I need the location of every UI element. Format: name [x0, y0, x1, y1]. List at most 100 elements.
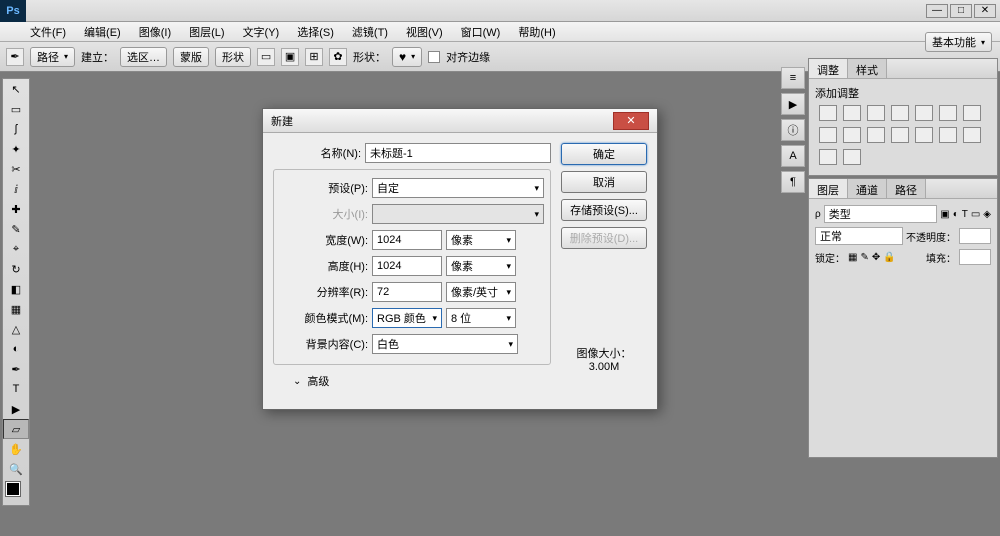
opacity-input[interactable]	[959, 228, 991, 244]
adj-bw-icon[interactable]	[819, 127, 837, 143]
zoom-tool[interactable]: 🔍	[3, 459, 29, 479]
path-op-icon-3[interactable]: ⊞	[305, 48, 323, 66]
gradient-tool[interactable]: ▦	[3, 299, 29, 319]
adj-levels-icon[interactable]	[843, 105, 861, 121]
make-shape-button[interactable]: 形状	[215, 47, 251, 67]
shape-picker[interactable]: ♥	[392, 47, 422, 67]
move-tool[interactable]: ↖	[3, 79, 29, 99]
adj-photo-icon[interactable]	[843, 127, 861, 143]
adj-gradient-icon[interactable]	[819, 149, 837, 165]
path-select-tool[interactable]: ▶	[3, 399, 29, 419]
filter-icon-5[interactable]: ◈	[983, 209, 991, 220]
fill-input[interactable]	[959, 249, 991, 265]
menu-help[interactable]: 帮助(H)	[514, 22, 559, 42]
menu-edit[interactable]: 编辑(E)	[80, 22, 125, 42]
info-icon[interactable]: ⓘ	[781, 119, 805, 141]
gear-icon[interactable]: ✿	[329, 48, 347, 66]
menu-filter[interactable]: 滤镜(T)	[348, 22, 392, 42]
path-op-icon-1[interactable]: ▭	[257, 48, 275, 66]
filter-icon-2[interactable]: ◐	[953, 209, 959, 220]
history-brush-tool[interactable]: ↻	[3, 259, 29, 279]
lasso-tool[interactable]: ʃ	[3, 119, 29, 139]
advanced-toggle[interactable]: ⌄ 高级	[273, 373, 551, 389]
menu-select[interactable]: 选择(S)	[293, 22, 338, 42]
mode-dropdown[interactable]: 路径	[30, 47, 75, 67]
resolution-unit-dropdown[interactable]: 像素/英寸	[446, 282, 516, 302]
make-mask-button[interactable]: 蒙版	[173, 47, 209, 67]
lock-pos-icon[interactable]: ✥	[872, 252, 880, 263]
path-op-icon-2[interactable]: ▣	[281, 48, 299, 66]
marquee-tool[interactable]: ▭	[3, 99, 29, 119]
menu-type[interactable]: 文字(Y)	[239, 22, 284, 42]
adj-selective-icon[interactable]	[843, 149, 861, 165]
tab-styles[interactable]: 样式	[848, 59, 887, 78]
bit-depth-dropdown[interactable]: 8 位	[446, 308, 516, 328]
bg-content-dropdown[interactable]: 白色	[372, 334, 518, 354]
hand-tool[interactable]: ✋	[3, 439, 29, 459]
pen-tool[interactable]: ✒	[3, 359, 29, 379]
resolution-input[interactable]	[372, 282, 442, 302]
adj-poster-icon[interactable]	[939, 127, 957, 143]
adj-hue-icon[interactable]	[939, 105, 957, 121]
tab-paths[interactable]: 路径	[887, 179, 926, 198]
adj-brightness-icon[interactable]	[819, 105, 837, 121]
shape-tool[interactable]: ▱	[3, 419, 29, 439]
lock-trans-icon[interactable]: ▦	[848, 252, 857, 263]
menu-view[interactable]: 视图(V)	[402, 22, 447, 42]
eraser-tool[interactable]: ◧	[3, 279, 29, 299]
character-icon[interactable]: A	[781, 145, 805, 167]
layer-filter-dropdown[interactable]: 类型	[824, 205, 938, 223]
adj-invert-icon[interactable]	[915, 127, 933, 143]
height-input[interactable]	[372, 256, 442, 276]
crop-tool[interactable]: ✂	[3, 159, 29, 179]
ok-button[interactable]: 确定	[561, 143, 647, 165]
navigator-icon[interactable]: ▶	[781, 93, 805, 115]
blur-tool[interactable]: △	[3, 319, 29, 339]
wand-tool[interactable]: ✦	[3, 139, 29, 159]
tab-layers[interactable]: 图层	[809, 179, 848, 198]
name-input[interactable]	[365, 143, 551, 163]
cancel-button[interactable]: 取消	[561, 171, 647, 193]
tool-preset-icon[interactable]: ✒	[6, 48, 24, 66]
align-edges-checkbox[interactable]	[428, 51, 440, 63]
close-button[interactable]: ✕	[974, 4, 996, 18]
workspace-dropdown[interactable]: 基本功能	[925, 32, 992, 52]
menu-layer[interactable]: 图层(L)	[185, 22, 228, 42]
minimize-button[interactable]: —	[926, 4, 948, 18]
height-unit-dropdown[interactable]: 像素	[446, 256, 516, 276]
preset-dropdown[interactable]: 自定	[372, 178, 544, 198]
make-selection-button[interactable]: 选区…	[120, 47, 167, 67]
width-unit-dropdown[interactable]: 像素	[446, 230, 516, 250]
adj-curves-icon[interactable]	[867, 105, 885, 121]
filter-icon-4[interactable]: ▭	[971, 209, 980, 220]
dodge-tool[interactable]: ◐	[3, 339, 29, 359]
filter-icon-3[interactable]: T	[962, 209, 968, 220]
width-input[interactable]	[372, 230, 442, 250]
type-tool[interactable]: T	[3, 379, 29, 399]
histogram-icon[interactable]: ≡	[781, 67, 805, 89]
tab-channels[interactable]: 通道	[848, 179, 887, 198]
blend-mode-dropdown[interactable]: 正常	[815, 227, 903, 245]
healing-tool[interactable]: ✚	[3, 199, 29, 219]
menu-image[interactable]: 图像(I)	[135, 22, 175, 42]
paragraph-icon[interactable]: ¶	[781, 171, 805, 193]
menu-file[interactable]: 文件(F)	[26, 22, 70, 42]
adj-exposure-icon[interactable]	[891, 105, 909, 121]
lock-all-icon[interactable]: 🔒	[883, 252, 895, 263]
maximize-button[interactable]: □	[950, 4, 972, 18]
adj-threshold-icon[interactable]	[963, 127, 981, 143]
menu-window[interactable]: 窗口(W)	[457, 22, 505, 42]
adj-vibrance-icon[interactable]	[915, 105, 933, 121]
tab-adjustments[interactable]: 调整	[809, 59, 848, 78]
dialog-titlebar[interactable]: 新建 ✕	[263, 109, 657, 133]
brush-tool[interactable]: ✎	[3, 219, 29, 239]
eyedropper-tool[interactable]: ⅈ	[3, 179, 29, 199]
color-mode-dropdown[interactable]: RGB 颜色	[372, 308, 442, 328]
save-preset-button[interactable]: 存储预设(S)...	[561, 199, 647, 221]
adj-mixer-icon[interactable]	[867, 127, 885, 143]
color-swatch[interactable]	[6, 482, 26, 502]
lock-pixels-icon[interactable]: ✎	[860, 252, 868, 263]
adj-lookup-icon[interactable]	[891, 127, 909, 143]
adj-balance-icon[interactable]	[963, 105, 981, 121]
dialog-close-button[interactable]: ✕	[613, 112, 649, 130]
